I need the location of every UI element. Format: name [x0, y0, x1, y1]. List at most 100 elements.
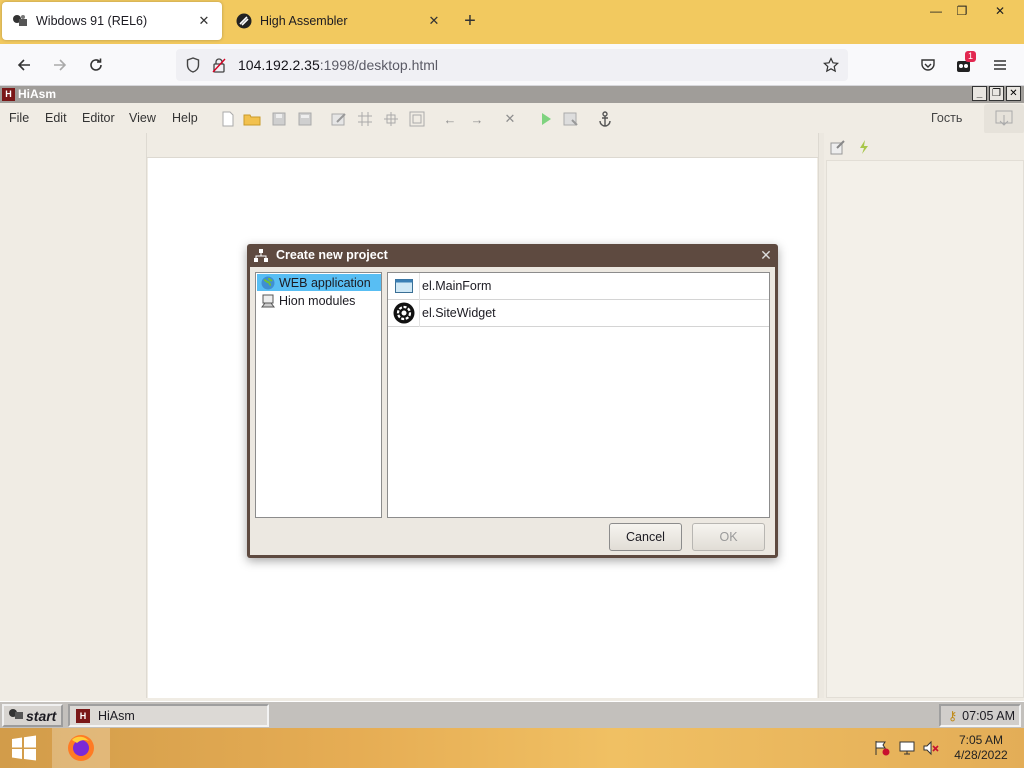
new-file-icon[interactable]: [219, 110, 237, 128]
globe-icon: [261, 276, 275, 290]
component-panel: [0, 133, 147, 698]
menu-help[interactable]: Help: [172, 111, 198, 125]
close-icon[interactable]: ✕: [426, 13, 442, 29]
app-restore-icon[interactable]: ❐: [989, 86, 1004, 101]
inner-taskbar: start H HiAsm ⚷ 07:05 AM: [0, 701, 1024, 728]
network-icon[interactable]: [898, 740, 916, 756]
open-folder-icon[interactable]: [243, 110, 261, 128]
anchor-icon[interactable]: [596, 110, 614, 128]
dialog-body: WEB application Hion modules el.MainForm: [250, 267, 775, 555]
taskbar-item-hiasm[interactable]: H HiAsm: [68, 704, 269, 727]
start-button[interactable]: start: [2, 704, 63, 727]
hiasm-logo-icon: H: [2, 88, 15, 101]
app-menu-toolbar: File Edit Editor View Help ← → ✕ Гость: [0, 103, 1024, 134]
tab-high-assembler[interactable]: High Assembler ✕: [226, 2, 452, 40]
grid-icon[interactable]: [356, 110, 374, 128]
restore-icon[interactable]: ❐: [946, 0, 978, 22]
shield-icon[interactable]: [184, 56, 202, 74]
ok-button[interactable]: OK: [692, 523, 765, 551]
action-center-flag-icon[interactable]: [873, 740, 891, 756]
app-title-bar: H HiAsm _ ❐ ✕: [0, 86, 1024, 103]
undo-arrow-icon[interactable]: ←: [441, 110, 459, 128]
url-bar[interactable]: 104.192.2.35:1998/desktop.html: [176, 49, 848, 81]
redo-arrow-icon[interactable]: →: [468, 110, 486, 128]
app-minimize-icon[interactable]: _: [972, 86, 987, 101]
extension-icon[interactable]: 1: [951, 51, 977, 77]
menu-edit[interactable]: Edit: [45, 111, 67, 125]
inner-tray-clock: ⚷ 07:05 AM: [939, 704, 1021, 727]
close-icon[interactable]: ✕: [196, 13, 212, 29]
category-label: Hion modules: [279, 293, 356, 308]
system-clock[interactable]: 7:05 AM 4/28/2022: [946, 733, 1016, 763]
close-icon[interactable]: ✕: [758, 247, 774, 263]
category-label: WEB application: [279, 275, 371, 290]
properties-body: [826, 160, 1024, 698]
browser-tab-strip: Wibdows 91 (REL6) ✕ High Assembler ✕ + —…: [0, 0, 1024, 44]
category-list: WEB application Hion modules: [255, 272, 382, 518]
wibdows-icon: [12, 13, 28, 29]
volume-muted-icon[interactable]: [922, 740, 940, 756]
reload-icon[interactable]: [83, 53, 109, 77]
task-label: HiAsm: [98, 708, 135, 723]
modules-icon: [261, 294, 275, 308]
start-label: start: [26, 707, 57, 724]
windows-taskbar: 7:05 AM 4/28/2022: [0, 728, 1024, 768]
url-host: 104.192.2.35: [238, 57, 320, 73]
user-name: Гость: [931, 111, 963, 125]
menu-file[interactable]: File: [9, 111, 29, 125]
fit-frame-icon[interactable]: [408, 110, 426, 128]
menu-view[interactable]: View: [129, 111, 156, 125]
run-icon[interactable]: [537, 110, 555, 128]
edit-props-icon[interactable]: [330, 110, 348, 128]
tab-title: Wibdows 91 (REL6): [36, 14, 148, 28]
app-close-icon[interactable]: ✕: [1006, 86, 1021, 101]
form-icon: [388, 272, 420, 300]
project-template-list: el.MainForm el.SiteWidget: [387, 272, 770, 518]
create-project-dialog: Create new project ✕ WEB application Hio…: [247, 244, 778, 558]
events-lightning-icon[interactable]: [855, 138, 873, 156]
inner-clock-text: 07:05 AM: [962, 708, 1015, 723]
save-all-icon[interactable]: [296, 110, 314, 128]
new-tab-button[interactable]: +: [458, 10, 482, 34]
tab-title: High Assembler: [260, 14, 348, 28]
save-icon[interactable]: [270, 110, 288, 128]
browser-nav-bar: 104.192.2.35:1998/desktop.html 1: [0, 44, 1024, 86]
key-icon: ⚷: [948, 709, 958, 723]
align-center-icon[interactable]: [382, 110, 400, 128]
menu-icon[interactable]: [987, 53, 1013, 77]
template-site-widget[interactable]: el.SiteWidget: [388, 299, 769, 327]
gear-icon: [388, 299, 420, 327]
editor-tab-bar: [147, 133, 818, 158]
template-label: el.SiteWidget: [422, 306, 496, 320]
properties-panel: [824, 133, 1024, 698]
pocket-icon[interactable]: [915, 53, 941, 77]
insecure-lock-icon[interactable]: [210, 56, 228, 74]
forward-icon[interactable]: [47, 53, 73, 77]
project-tree-icon: [254, 249, 268, 263]
notification-badge: 1: [965, 51, 977, 62]
user-avatar-icon[interactable]: [984, 104, 1024, 134]
system-time: 7:05 AM: [958, 733, 1004, 747]
template-label: el.MainForm: [422, 279, 492, 293]
menu-editor[interactable]: Editor: [82, 111, 115, 125]
hiasm-tab-icon: [236, 13, 252, 29]
properties-tabs: [824, 133, 1024, 159]
url-path: :1998/desktop.html: [319, 57, 439, 73]
back-icon[interactable]: [11, 53, 37, 77]
cancel-button[interactable]: Cancel: [609, 523, 682, 551]
firefox-taskbar-icon[interactable]: [52, 728, 110, 768]
properties-icon[interactable]: [829, 138, 847, 156]
bookmark-star-icon[interactable]: [822, 56, 840, 74]
tab-wibdows[interactable]: Wibdows 91 (REL6) ✕: [2, 2, 222, 40]
system-date: 4/28/2022: [954, 748, 1008, 762]
windows-start-icon[interactable]: [0, 728, 48, 768]
start-logo-icon: [8, 707, 24, 724]
window-close-icon[interactable]: ✕: [984, 0, 1016, 22]
app-title: HiAsm: [18, 87, 57, 101]
category-hion-modules[interactable]: Hion modules: [257, 292, 381, 309]
delete-icon[interactable]: ✕: [501, 110, 519, 128]
category-web-application[interactable]: WEB application: [257, 274, 381, 291]
hiasm-logo-icon: H: [76, 708, 90, 723]
template-main-form[interactable]: el.MainForm: [388, 272, 769, 300]
build-icon[interactable]: [562, 110, 580, 128]
